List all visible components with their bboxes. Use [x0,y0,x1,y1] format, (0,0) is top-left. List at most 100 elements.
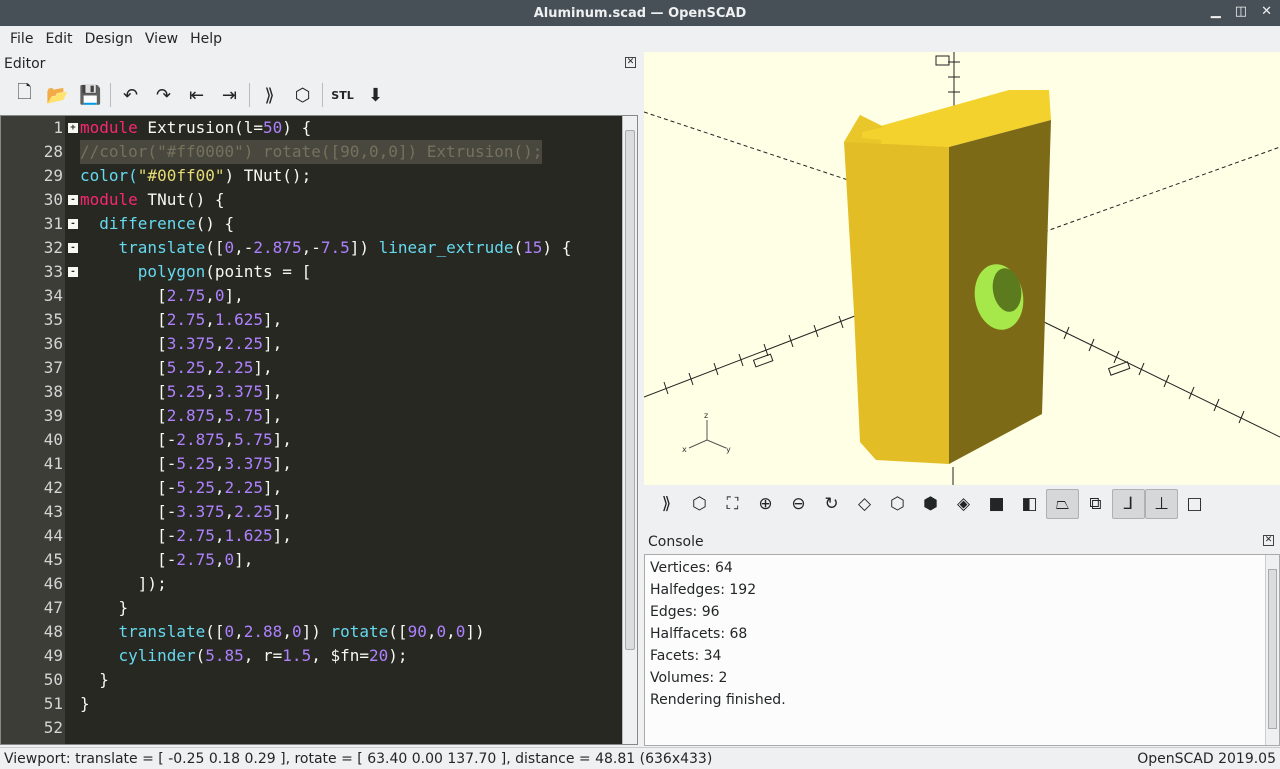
zoom-in-icon[interactable]: ⊕ [749,489,782,519]
model-left-face [844,142,949,464]
code-line[interactable]: 52 [1,716,623,740]
code-text: [2.75,1.625], [80,308,282,332]
code-line[interactable]: 33- polygon(points = [ [1,260,623,284]
editor-scrollbar[interactable] [622,116,637,744]
3d-model-view[interactable]: z x y [644,52,1280,485]
code-line[interactable]: 32- translate([0,-2.875,-7.5]) linear_ex… [1,236,623,260]
line-number: 32 [43,238,63,257]
code-line[interactable]: 30- module TNut() { [1,188,623,212]
code-text: } [80,668,109,692]
toolbar-separator [249,83,250,107]
line-number: 39 [43,406,63,425]
menu-edit[interactable]: Edit [39,31,78,47]
code-line[interactable]: 40 [-2.875,5.75], [1,428,623,452]
fold-collapse-icon[interactable]: - [68,243,78,253]
view-all-icon[interactable]: ⛶ [716,489,749,519]
code-token: (points = [ [205,262,312,281]
line-number: 49 [43,646,63,665]
code-line[interactable]: 50 } [1,668,623,692]
zoom-out-icon[interactable]: ⊖ [782,489,815,519]
code-line[interactable]: 44 [-2.75,1.625], [1,524,623,548]
menu-file[interactable]: File [4,31,39,47]
menu-help[interactable]: Help [184,31,228,47]
orthogonal-icon[interactable]: ⧉ [1079,489,1112,519]
editor-scrollbar-thumb[interactable] [625,130,635,650]
view-front-icon[interactable]: ■ [980,489,1013,519]
preview-icon[interactable]: ⟫ [650,489,683,519]
code-line[interactable]: 48 translate([0,2.88,0]) rotate([90,0,0]… [1,620,623,644]
render-icon[interactable]: ⬡ [286,80,319,110]
show-axes-icon[interactable]: ⅃ [1112,489,1145,519]
code-line[interactable]: 34 [2.75,0], [1,284,623,308]
console-scrollbar-thumb[interactable] [1268,569,1277,729]
view-right-icon[interactable]: ◇ [848,489,881,519]
code-line[interactable]: 36 [3.375,2.25], [1,332,623,356]
code-token: ([ [388,622,408,641]
line-number: 40 [43,430,63,449]
console-scrollbar[interactable] [1265,555,1279,745]
indent-icon[interactable]: ⇥ [213,80,246,110]
code-line[interactable]: 47 } [1,596,623,620]
code-token: 2.25 [214,358,254,377]
show-scale-markers-icon[interactable]: ⊥ [1145,489,1178,519]
maximize-icon[interactable]: ◫ [1235,4,1247,19]
perspective-icon[interactable]: ⏢ [1046,489,1079,519]
export-stl-icon[interactable]: STL [326,80,359,110]
close-icon[interactable]: ✕ [1261,4,1272,19]
code-text: module Extrusion(l=50) { [80,116,311,140]
3d-viewport[interactable]: z x y [644,52,1280,485]
code-line[interactable]: 46 ]); [1,572,623,596]
reset-view-icon[interactable]: ↻ [815,489,848,519]
code-line[interactable]: 28 //color("#ff0000") rotate([90,0,0]) Ex… [1,140,623,164]
code-line[interactable]: 45 [-2.75,0], [1,548,623,572]
undo-icon[interactable]: ↶ [114,80,147,110]
redo-icon[interactable]: ↷ [147,80,180,110]
code-token: [- [80,454,177,473]
code-token: 2.25 [224,334,264,353]
preview-icon[interactable]: ⟫ [253,80,286,110]
code-line[interactable]: 42 [-5.25,2.25], [1,476,623,500]
view-top-icon[interactable]: ⬡ [881,489,914,519]
console-close-icon[interactable]: ✕ [1263,535,1274,546]
code-editor[interactable]: 1 + module Extrusion(l=50) {28//color("#ff… [0,115,638,745]
code-line[interactable]: 35 [2.75,1.625], [1,308,623,332]
console-output[interactable]: Vertices: 64 Halfedges: 192 Edges: 96 Ha… [644,554,1280,746]
code-text: } [80,596,129,620]
view-back-icon[interactable]: ◧ [1013,489,1046,519]
unindent-icon[interactable]: ⇤ [180,80,213,110]
code-line[interactable]: 31- difference() { [1,212,623,236]
code-token: 20 [369,646,389,665]
new-file-icon[interactable]: 🗋 [8,80,41,110]
code-line[interactable]: 1 + module Extrusion(l=50) { [1,116,623,140]
open-file-icon[interactable]: 📂 [41,80,74,110]
code-line[interactable]: 43 [-3.375,2.25], [1,500,623,524]
fold-collapse-icon[interactable]: - [68,219,78,229]
code-line[interactable]: 51} [1,692,623,716]
show-edges-icon[interactable]: □ [1178,489,1211,519]
fold-collapse-icon[interactable]: - [68,267,78,277]
code-line[interactable]: 37 [5.25,2.25], [1,356,623,380]
view-bottom-icon[interactable]: ⬢ [914,489,947,519]
code-line[interactable]: 38 [5.25,3.375], [1,380,623,404]
code-line[interactable]: 39 [2.875,5.75], [1,404,623,428]
minimize-icon[interactable]: ▁ [1211,4,1221,19]
code-token: 2.25 [234,502,273,521]
render-icon[interactable]: ⬡ [683,489,716,519]
line-number: 1 [53,118,63,137]
line-number: 35 [43,310,63,329]
save-file-icon[interactable]: 💾 [74,80,107,110]
view-left-icon[interactable]: ◈ [947,489,980,519]
fold-collapse-icon[interactable]: - [68,195,78,205]
menu-view[interactable]: View [139,31,184,47]
fold-expand-icon[interactable]: + [68,123,78,133]
editor-close-icon[interactable]: ✕ [625,57,636,68]
code-line[interactable]: 29 color("#00ff00") TNut(); [1,164,623,188]
code-token: ], [224,286,244,305]
send-to-printer-icon[interactable]: ⬇ [359,80,392,110]
menu-design[interactable]: Design [79,31,139,47]
line-number: 48 [43,622,63,641]
code-token: 0 [224,550,235,569]
code-line[interactable]: 49 cylinder(5.85, r=1.5, $fn=20); [1,644,623,668]
code-line[interactable]: 41 [-5.25,3.375], [1,452,623,476]
code-token: ]) [301,622,331,641]
